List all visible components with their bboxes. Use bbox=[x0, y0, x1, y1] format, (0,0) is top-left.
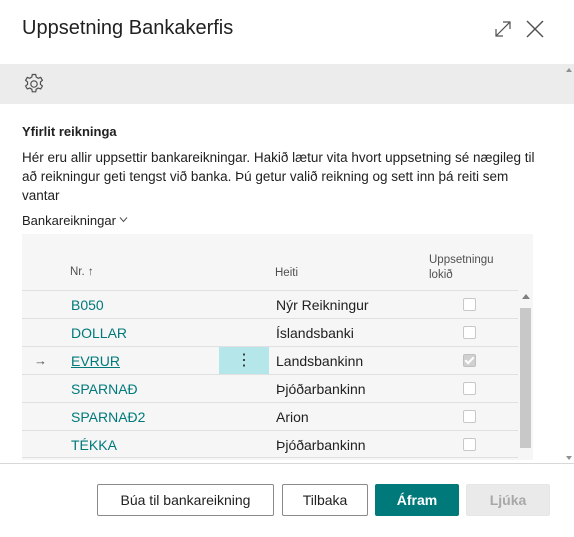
account-nr-link[interactable]: SPARNAÐ bbox=[71, 381, 138, 397]
dialog-scrollbar[interactable] bbox=[564, 64, 574, 464]
setup-done-checkbox bbox=[463, 438, 476, 451]
account-name: Þjóðarbankinn bbox=[276, 437, 366, 453]
scroll-up-icon[interactable] bbox=[522, 294, 530, 299]
account-name: Arion bbox=[276, 409, 309, 425]
dialog-title: Uppsetning Bankakerfis bbox=[22, 17, 234, 39]
setup-done-checkbox bbox=[463, 354, 476, 367]
account-nr-link[interactable]: B050 bbox=[71, 297, 104, 313]
table-row[interactable]: SPARNAÐ Þjóðarbankinn bbox=[22, 374, 518, 402]
column-header-heiti[interactable]: Heiti bbox=[275, 267, 298, 279]
gear-icon[interactable] bbox=[22, 72, 46, 96]
back-button[interactable]: Tilbaka bbox=[282, 484, 368, 516]
setup-done-checkbox bbox=[463, 410, 476, 423]
setup-done-checkbox bbox=[463, 382, 476, 395]
chevron-down-icon bbox=[119, 217, 128, 223]
table-row[interactable]: → EVRUR ⋮ Landsbankinn bbox=[22, 346, 518, 374]
grid-caption-label: Bankareikningar bbox=[22, 213, 116, 228]
grid-scrollbar[interactable] bbox=[518, 290, 533, 460]
account-name: Nýr Reikningur bbox=[276, 297, 369, 313]
setup-done-checkbox bbox=[463, 326, 476, 339]
section-title: Yfirlit reikninga bbox=[22, 124, 117, 139]
current-row-arrow-icon: → bbox=[34, 353, 47, 368]
grid-header: Nr. ↑ Heiti Uppsetningu lokið bbox=[22, 234, 533, 290]
column-header-nr[interactable]: Nr. ↑ bbox=[70, 266, 94, 278]
scroll-thumb[interactable] bbox=[520, 308, 531, 448]
section-description: Hér eru allir uppsettir bankareikningar.… bbox=[22, 150, 535, 203]
table-row[interactable]: DOLLAR Íslandsbanki bbox=[22, 318, 518, 346]
sort-ascending-icon: ↑ bbox=[87, 266, 94, 278]
account-name: Íslandsbanki bbox=[276, 325, 354, 341]
close-icon[interactable] bbox=[524, 18, 546, 40]
grid-rows: B050 Nýr Reikningur DOLLAR Íslandsbanki → EVR… bbox=[22, 290, 518, 458]
account-nr-link[interactable]: DOLLAR bbox=[71, 325, 127, 341]
account-nr-link[interactable]: TÉKKA bbox=[71, 437, 117, 453]
next-button[interactable]: Áfram bbox=[375, 484, 459, 516]
grid-caption[interactable]: Bankareikningar bbox=[22, 213, 128, 228]
row-actions-menu-icon[interactable]: ⋮ bbox=[219, 347, 269, 374]
create-bank-account-button[interactable]: Búa til bankareikning bbox=[97, 484, 274, 516]
table-row[interactable]: B050 Nýr Reikningur bbox=[22, 290, 518, 318]
expand-icon[interactable] bbox=[492, 18, 514, 40]
account-name: Landsbankinn bbox=[276, 353, 364, 369]
table-row[interactable]: TÉKKA Þjóðarbankinn bbox=[22, 430, 518, 458]
account-nr-link[interactable]: SPARNAÐ2 bbox=[71, 409, 145, 425]
account-nr-link[interactable]: EVRUR bbox=[71, 353, 120, 369]
table-row[interactable]: SPARNAÐ2 Arion bbox=[22, 402, 518, 430]
setup-done-checkbox bbox=[463, 298, 476, 311]
account-name: Þjóðarbankinn bbox=[276, 381, 366, 397]
toolbar bbox=[0, 64, 574, 104]
column-header-done[interactable]: Uppsetningu lokið bbox=[429, 253, 519, 283]
footer-divider bbox=[0, 463, 574, 464]
bank-accounts-grid: Nr. ↑ Heiti Uppsetningu lokið B050 Nýr Re… bbox=[22, 234, 533, 460]
finish-button: Ljúka bbox=[466, 484, 550, 516]
